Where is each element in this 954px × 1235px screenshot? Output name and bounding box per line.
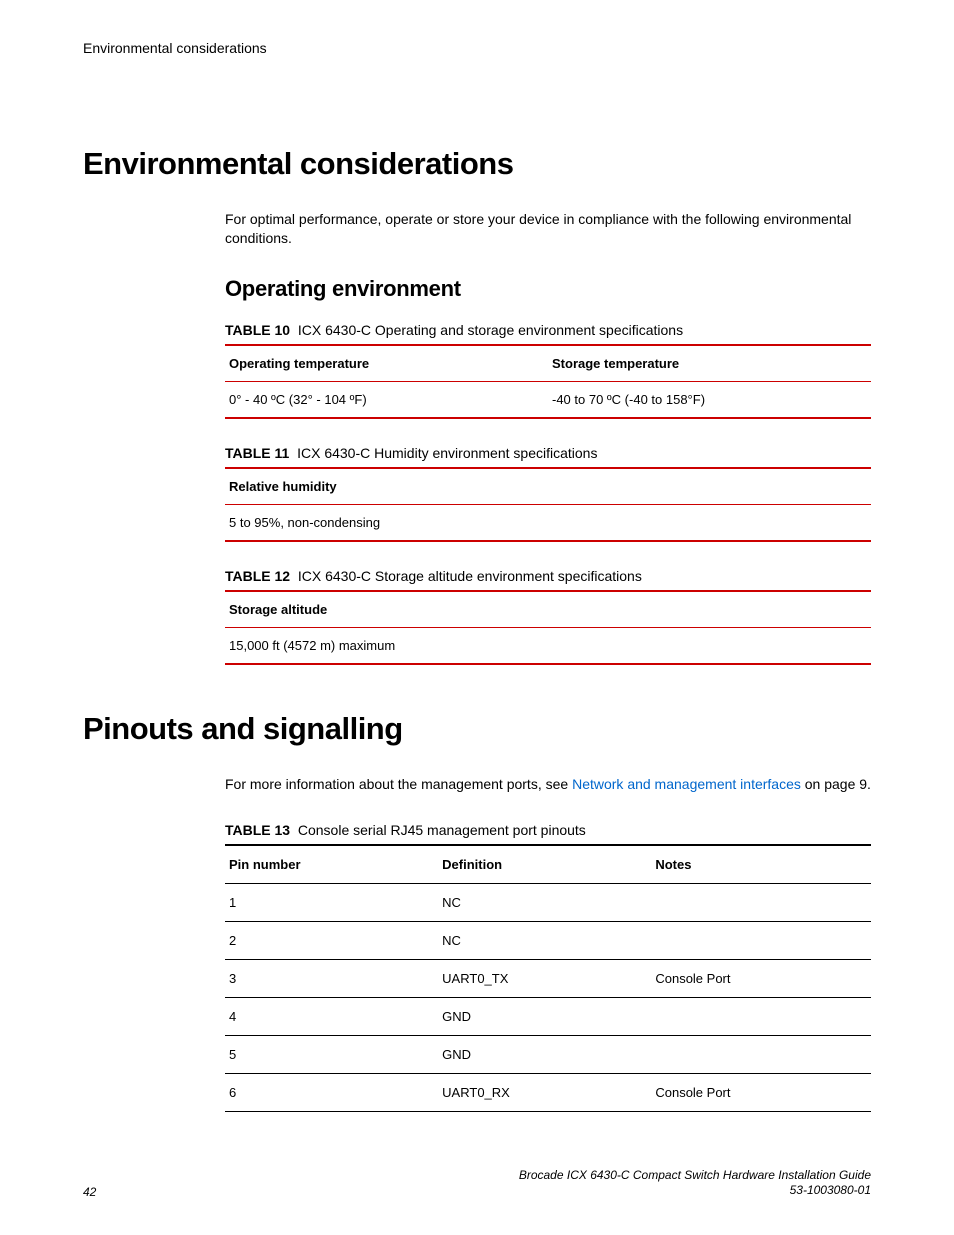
table13-head-notes: Notes [651,845,871,884]
table13-pin: 3 [225,959,438,997]
table13-notes: Console Port [651,1073,871,1111]
table-row: 2 NC [225,921,871,959]
table13-def: GND [438,997,651,1035]
table13-notes [651,997,871,1035]
table13-label: TABLE 13 [225,822,290,838]
table-row: 5 GND [225,1035,871,1073]
running-header: Environmental considerations [83,40,871,56]
table-row: 1 NC [225,883,871,921]
table13-caption: TABLE 13 Console serial RJ45 management … [225,822,871,838]
table-row: 5 to 95%, non-condensing [225,504,871,541]
table11-caption: TABLE 11 ICX 6430-C Humidity environment… [225,445,871,461]
footer-docnum: 53-1003080-01 [790,1183,871,1197]
table13-pin: 2 [225,921,438,959]
table-row: 3 UART0_TX Console Port [225,959,871,997]
table13-head-definition: Definition [438,845,651,884]
table13: Pin number Definition Notes 1 NC 2 NC 3 [225,844,871,1112]
table11-label: TABLE 11 [225,445,289,461]
table13-def: GND [438,1035,651,1073]
table13-def: UART0_RX [438,1073,651,1111]
table13-notes [651,1035,871,1073]
table10-head-operating-temp: Operating temperature [225,345,548,382]
footer-title: Brocade ICX 6430-C Compact Switch Hardwa… [519,1168,871,1182]
table13-pin: 4 [225,997,438,1035]
table10-cell-storage: -40 to 70 ºC (-40 to 158°F) [548,381,871,418]
table13-head-pin: Pin number [225,845,438,884]
link-network-management-interfaces[interactable]: Network and management interfaces [572,776,801,792]
table12-caption: TABLE 12 ICX 6430-C Storage altitude env… [225,568,871,584]
introB-post: on page 9. [801,776,871,792]
introB-pre: For more information about the managemen… [225,776,572,792]
table13-pin: 1 [225,883,438,921]
table-row: 15,000 ft (4572 m) maximum [225,627,871,664]
page-number: 42 [83,1185,96,1199]
table10-cell-operating: 0° - 40 ºC (32° - 104 ºF) [225,381,548,418]
table13-def: NC [438,883,651,921]
table11: Relative humidity 5 to 95%, non-condensi… [225,467,871,542]
table-row: 6 UART0_RX Console Port [225,1073,871,1111]
table11-caption-text: ICX 6430-C Humidity environment specific… [297,445,597,461]
table13-pin: 6 [225,1073,438,1111]
table12-head-altitude: Storage altitude [225,591,871,628]
table-row: 4 GND [225,997,871,1035]
table12-label: TABLE 12 [225,568,290,584]
table13-caption-text: Console serial RJ45 management port pino… [298,822,586,838]
table11-cell-humidity: 5 to 95%, non-condensing [225,504,871,541]
table-row: 0° - 40 ºC (32° - 104 ºF) -40 to 70 ºC (… [225,381,871,418]
table13-notes [651,883,871,921]
table12: Storage altitude 15,000 ft (4572 m) maxi… [225,590,871,665]
table13-def: NC [438,921,651,959]
heading-pinouts-signalling: Pinouts and signalling [83,711,871,747]
table13-notes [651,921,871,959]
table10-caption: TABLE 10 ICX 6430-C Operating and storag… [225,322,871,338]
table13-notes: Console Port [651,959,871,997]
heading-operating-environment: Operating environment [225,276,871,302]
table13-pin: 5 [225,1035,438,1073]
table12-cell-altitude: 15,000 ft (4572 m) maximum [225,627,871,664]
table10: Operating temperature Storage temperatur… [225,344,871,419]
table10-caption-text: ICX 6430-C Operating and storage environ… [298,322,683,338]
table12-caption-text: ICX 6430-C Storage altitude environment … [298,568,642,584]
table11-head-humidity: Relative humidity [225,468,871,505]
table10-head-storage-temp: Storage temperature [548,345,871,382]
table13-def: UART0_TX [438,959,651,997]
intro-paragraph-pinouts: For more information about the managemen… [225,775,871,794]
heading-environmental-considerations: Environmental considerations [83,146,871,182]
table10-label: TABLE 10 [225,322,290,338]
intro-paragraph-env: For optimal performance, operate or stor… [225,210,871,248]
